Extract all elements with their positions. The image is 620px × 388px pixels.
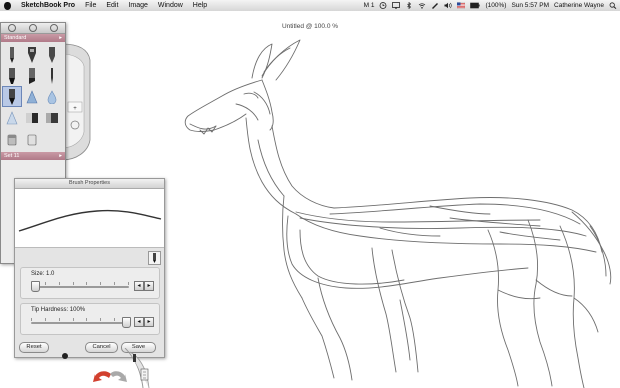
svg-text:+: + (73, 106, 77, 112)
size-group: Size: 1.0 ◂ ▸ (20, 267, 160, 299)
document-title: Untitled @ 100.0 % (281, 23, 339, 30)
brush-empty-slot[interactable] (42, 128, 62, 149)
brush-grid (1, 42, 65, 151)
reset-button[interactable]: Reset (19, 342, 49, 353)
hardness-decrease-button[interactable]: ◂ (134, 317, 144, 327)
battery-icon[interactable] (470, 2, 481, 9)
size-stepper: ◂ ▸ (134, 281, 154, 291)
brush-ballpoint-pen[interactable] (22, 44, 42, 65)
menu-file[interactable]: File (80, 2, 101, 9)
display-icon[interactable] (392, 2, 401, 9)
hardness-increase-button[interactable]: ▸ (144, 317, 154, 327)
brush-pencil[interactable] (2, 44, 22, 65)
menu-edit[interactable]: Edit (101, 2, 123, 9)
hardness-slider-thumb[interactable] (122, 317, 131, 328)
redo-icon[interactable] (110, 371, 127, 382)
brush-bucket-fill[interactable] (22, 128, 42, 149)
lower-set-arrow-icon[interactable]: ▸ (59, 152, 65, 160)
lagoon-bottom-controls (62, 348, 150, 388)
brush-airbrush-selected[interactable] (2, 86, 22, 107)
size-slider-ticks (31, 282, 129, 285)
brush-set-bar[interactable]: Standard ▸ (1, 34, 65, 42)
brush-stroke-preview (15, 189, 164, 248)
brush-smudge[interactable] (22, 107, 42, 128)
size-decrease-button[interactable]: ◂ (134, 281, 144, 291)
apple-menu-icon[interactable] (4, 1, 11, 10)
hardness-label: Tip Hardness: 100% (31, 307, 86, 313)
brush-ink-pen[interactable] (42, 44, 62, 65)
palette-gear-icon[interactable] (50, 24, 59, 32)
brush-marker[interactable] (2, 65, 22, 86)
brush-palette-header (1, 23, 65, 34)
hardness-stepper: ◂ ▸ (134, 317, 154, 327)
menu-window[interactable]: Window (153, 2, 188, 9)
lagoon-toolbar[interactable]: + (62, 40, 92, 164)
hardness-slider-track[interactable] (31, 322, 129, 324)
brush-soft-triangle[interactable] (2, 107, 22, 128)
palette-settings-icon[interactable] (28, 24, 37, 32)
undo-icon[interactable] (93, 371, 111, 382)
palette-menu-icon[interactable] (7, 24, 16, 32)
m1-status-icon[interactable]: M 1 (364, 2, 375, 9)
layers-icon[interactable] (140, 368, 149, 381)
us-flag-icon[interactable] (457, 2, 466, 9)
size-label: Size: 1.0 (31, 271, 55, 277)
wacom-icon[interactable] (431, 2, 439, 9)
volume-icon[interactable] (444, 2, 453, 9)
menu-clock[interactable]: Sun 5:57 PM (511, 2, 549, 9)
size-slider-thumb[interactable] (31, 281, 40, 292)
size-increase-button[interactable]: ▸ (144, 281, 154, 291)
brush-triangle-airbrush[interactable] (22, 86, 42, 107)
brush-drop[interactable] (42, 86, 62, 107)
menu-app-name[interactable]: SketchBook Pro (16, 2, 80, 9)
wifi-icon[interactable] (418, 2, 426, 9)
status-tray: M 1 (100%) Sun 5:57 PM Catherine Wayne (364, 0, 617, 11)
menu-image[interactable]: Image (123, 2, 152, 9)
brush-eraser[interactable] (42, 107, 62, 128)
battery-percent: (100%) (485, 2, 507, 9)
spotlight-search-icon[interactable] (609, 2, 617, 9)
brush-chisel-marker[interactable] (22, 65, 42, 86)
lower-set-name: Set 11 (4, 153, 20, 159)
brush-properties-panel: Brush Properties Size: 1.0 ◂ ▸ Tip Hardn… (14, 178, 165, 358)
brush-set-name: Standard (4, 35, 27, 41)
menu-user-name[interactable]: Catherine Wayne (554, 2, 604, 9)
current-brush-icon[interactable] (148, 251, 161, 265)
brush-felt-pen[interactable] (42, 65, 62, 86)
hardness-slider-ticks (31, 318, 129, 321)
size-slider-track[interactable] (31, 286, 129, 288)
hardness-group: Tip Hardness: 100% ◂ ▸ (20, 303, 160, 335)
bluetooth-icon[interactable] (405, 2, 413, 9)
brush-tip-icon[interactable] (133, 354, 136, 362)
lower-set-bar[interactable]: Set 11 ▸ (1, 152, 65, 160)
brush-bucket[interactable] (2, 128, 22, 149)
menu-help[interactable]: Help (188, 2, 212, 9)
timemachine-icon[interactable] (379, 2, 387, 9)
brush-set-arrow-icon[interactable]: ▸ (59, 34, 65, 42)
brush-properties-title: Brush Properties (15, 179, 164, 189)
